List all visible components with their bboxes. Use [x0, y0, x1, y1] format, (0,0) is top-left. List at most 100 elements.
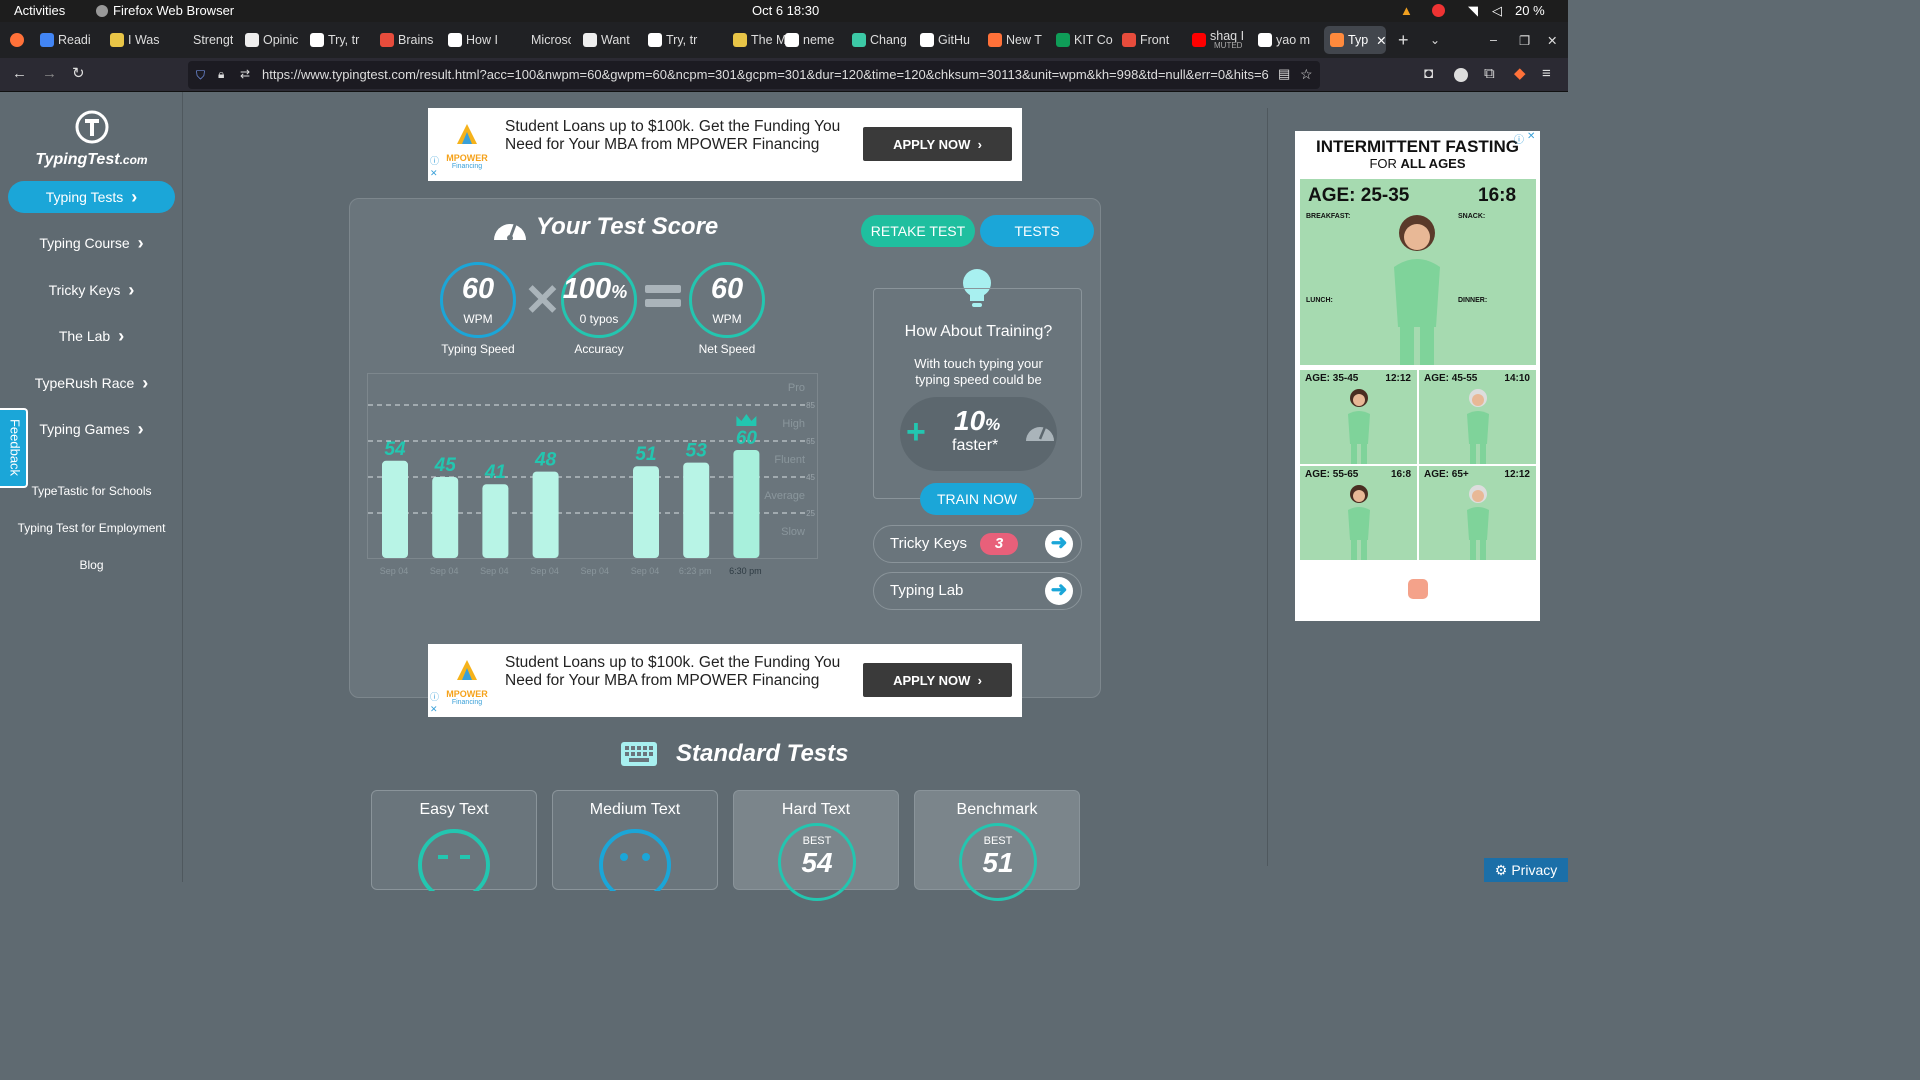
- tab-20[interactable]: Typ ✕: [1324, 26, 1386, 54]
- feedback-tab[interactable]: Feedback: [0, 408, 28, 488]
- privacy-button[interactable]: ⚙ Privacy: [1484, 858, 1568, 882]
- chart-bar[interactable]: [532, 471, 559, 558]
- extensions-icon[interactable]: ⧉: [1484, 66, 1495, 82]
- tab-list-button[interactable]: ⌄: [1430, 26, 1440, 54]
- sidebar-item-typerush-race[interactable]: TypeRush Race ›: [8, 367, 175, 399]
- back-icon[interactable]: ←: [12, 66, 27, 82]
- ad-close-icon[interactable]: ✕: [430, 704, 438, 715]
- menu-icon[interactable]: ≡: [1542, 66, 1551, 82]
- tab-10[interactable]: Try, tr: [648, 26, 706, 54]
- top-ad-banner[interactable]: MPOWER Financing Student Loans up to $10…: [428, 108, 1022, 181]
- addon-icon[interactable]: ◆: [1514, 66, 1526, 82]
- site-logo[interactable]: TypingTest.com: [0, 110, 183, 169]
- activities-button[interactable]: Activities: [14, 3, 65, 18]
- lock-icon[interactable]: 🔒︎: [218, 66, 224, 82]
- close-tab-icon[interactable]: ✕: [1376, 33, 1386, 48]
- shield-icon[interactable]: ⛉: [196, 67, 205, 83]
- url-text[interactable]: https://www.typingtest.com/result.html?a…: [262, 67, 1272, 82]
- forward-icon[interactable]: →: [42, 66, 57, 82]
- sidebar-item-typing-games[interactable]: Typing Games ›: [8, 413, 175, 445]
- app-menu[interactable]: Firefox Web Browser: [96, 3, 234, 18]
- account-icon[interactable]: [1454, 68, 1468, 82]
- battery-indicator[interactable]: 20 %: [1515, 3, 1545, 18]
- tests-button[interactable]: TESTS: [980, 215, 1094, 247]
- tab-8[interactable]: Microsof: [513, 26, 571, 54]
- volume-icon[interactable]: ◁: [1492, 3, 1502, 19]
- tab-11[interactable]: The M: [733, 26, 791, 54]
- url-bar[interactable]: ⛉ 🔒︎ ⇄ https://www.typingtest.com/result…: [188, 61, 1320, 89]
- train-now-button[interactable]: TRAIN NOW: [920, 483, 1034, 515]
- tab-19[interactable]: yao m: [1258, 26, 1316, 54]
- typing-lab-button[interactable]: Typing Lab ➜: [873, 572, 1082, 610]
- rightad-panel-age: AGE: 65+: [1424, 469, 1469, 480]
- tab-18[interactable]: shaq I MUTED: [1192, 26, 1250, 54]
- chart-bar[interactable]: [683, 462, 710, 558]
- chart-bar[interactable]: [733, 450, 760, 558]
- do-not-disturb-icon[interactable]: [1432, 4, 1445, 17]
- medium-text-card[interactable]: Medium Text: [552, 790, 718, 891]
- chart-bar[interactable]: [382, 460, 408, 558]
- tab-6[interactable]: Brains: [380, 26, 438, 54]
- new-tab-button[interactable]: +: [1398, 26, 1409, 54]
- permissions-icon[interactable]: ⇄: [240, 66, 250, 82]
- ad-info-icon[interactable]: ⓘ: [430, 690, 439, 703]
- chart-x-label: Sep 04: [430, 566, 459, 576]
- reader-view-icon[interactable]: ▤: [1278, 66, 1290, 82]
- tab-13[interactable]: Chang: [852, 26, 910, 54]
- wifi-icon[interactable]: ◥: [1468, 3, 1478, 19]
- easy-text-card[interactable]: Easy Text: [371, 790, 537, 891]
- apply-now-button[interactable]: APPLY NOW ›: [863, 663, 1012, 697]
- arrow-right-icon[interactable]: ➜: [1045, 577, 1073, 605]
- chart-bar[interactable]: [432, 477, 459, 558]
- hard-text-card[interactable]: Hard Text BEST 54: [733, 790, 899, 901]
- bottom-ad-banner[interactable]: MPOWER Financing Student Loans up to $10…: [428, 644, 1022, 717]
- tab-3[interactable]: Strength: [175, 26, 233, 54]
- chart-level-label: Pro: [788, 382, 805, 394]
- sidebar-link-blog[interactable]: Blog: [0, 558, 183, 572]
- apply-now-button[interactable]: APPLY NOW ›: [863, 127, 1012, 161]
- rightad-panel-age: AGE: 35-45: [1305, 373, 1359, 384]
- retake-test-button[interactable]: RETAKE TEST: [861, 215, 975, 247]
- tab-favicon-icon: [310, 33, 324, 47]
- pocket-icon[interactable]: ◘: [1424, 66, 1433, 82]
- minimize-button[interactable]: –: [1490, 26, 1497, 54]
- clock[interactable]: Oct 6 18:30: [752, 3, 819, 18]
- tab-15[interactable]: New T: [988, 26, 1046, 54]
- close-window-button[interactable]: ✕: [1547, 26, 1557, 54]
- right-ad-banner[interactable]: INTERMITTENT FASTING FOR ALL AGES ⓘ ✕ AG…: [1295, 131, 1540, 621]
- tab-favicon-icon: [1122, 33, 1136, 47]
- ad-info-icon[interactable]: ⓘ: [1514, 131, 1524, 146]
- tab-1[interactable]: Readi: [40, 26, 98, 54]
- bookmark-star-icon[interactable]: ☆: [1300, 66, 1313, 82]
- tab-16[interactable]: KIT Co: [1056, 26, 1114, 54]
- ad-close-icon[interactable]: ✕: [430, 168, 438, 179]
- maximize-button[interactable]: ❐: [1519, 26, 1530, 54]
- warning-icon[interactable]: ▲: [1400, 3, 1413, 18]
- tab-14[interactable]: GitHu: [920, 26, 978, 54]
- sidebar-link-typetastic[interactable]: TypeTastic for Schools: [0, 484, 183, 498]
- reload-icon[interactable]: ↻: [72, 66, 85, 82]
- tab-12[interactable]: neme: [785, 26, 843, 54]
- sidebar-item-typing-tests[interactable]: Typing Tests ›: [8, 181, 175, 213]
- sidebar-item-tricky-keys[interactable]: Tricky Keys ›: [8, 274, 175, 306]
- sidebar-link-employment[interactable]: Typing Test for Employment: [0, 521, 183, 535]
- arrow-right-icon[interactable]: ➜: [1045, 530, 1073, 558]
- ad-info-icon[interactable]: ⓘ: [430, 154, 439, 167]
- tab-4[interactable]: Opinic: [245, 26, 303, 54]
- benchmark-card[interactable]: Benchmark BEST 51: [914, 790, 1080, 901]
- ad-close-icon[interactable]: ✕: [1527, 131, 1535, 142]
- chart-bar[interactable]: [633, 466, 659, 558]
- tab-17[interactable]: Front: [1122, 26, 1180, 54]
- tab-label: Brains: [398, 33, 434, 47]
- firefox-view-icon[interactable]: [10, 26, 26, 54]
- tab-5[interactable]: Try, tr: [310, 26, 368, 54]
- speedometer-icon: [494, 221, 526, 241]
- sidebar-item-the-lab[interactable]: The Lab ›: [8, 320, 175, 352]
- tab-7[interactable]: How I: [448, 26, 506, 54]
- sidebar-item-typing-course[interactable]: Typing Course ›: [8, 227, 175, 259]
- tricky-keys-button[interactable]: Tricky Keys 3 ➜: [873, 525, 1082, 563]
- logo-text: TypingTest: [35, 151, 120, 168]
- chart-bar[interactable]: [482, 484, 509, 558]
- tab-2[interactable]: I Was: [110, 26, 168, 54]
- tab-9[interactable]: Want: [583, 26, 641, 54]
